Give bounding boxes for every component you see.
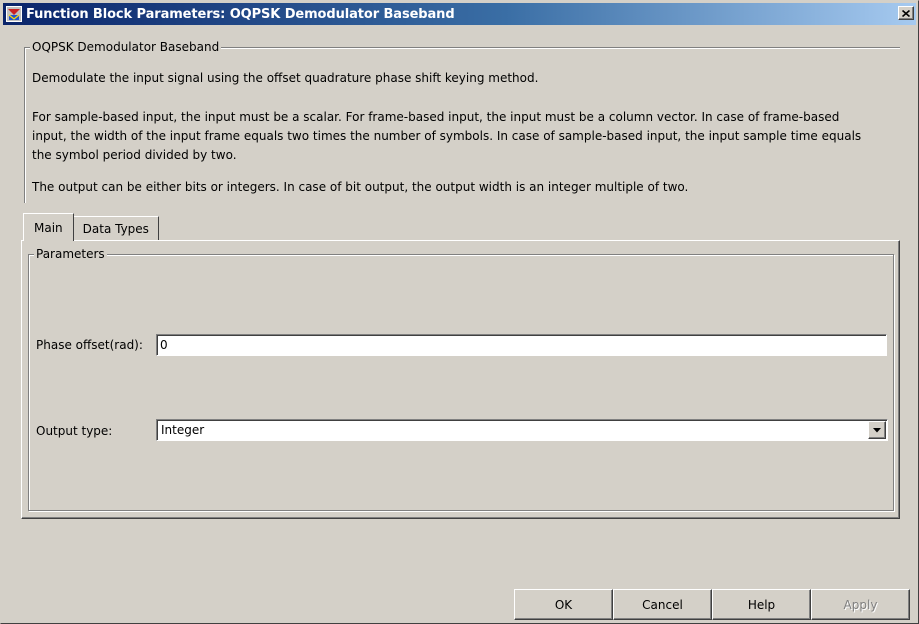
tab-data-types-label: Data Types (82, 221, 149, 236)
parameters-group-legend: Parameters (34, 247, 107, 261)
dropdown-arrow-icon (873, 427, 881, 432)
title-bar[interactable]: Function Block Parameters: OQPSK Demodul… (3, 3, 916, 25)
description-line-5: The output can be either bits or integer… (32, 180, 689, 194)
description-line-4: the symbol period divided by two. (32, 148, 237, 162)
parameters-group: Parameters (28, 247, 894, 511)
close-icon (902, 9, 910, 17)
output-type-value: Integer (161, 423, 205, 437)
close-button[interactable] (898, 6, 914, 20)
phase-offset-input[interactable] (156, 334, 887, 356)
description-line-1: Demodulate the input signal using the of… (32, 71, 539, 85)
tab-main[interactable]: Main (23, 213, 74, 241)
window-title: Function Block Parameters: OQPSK Demodul… (26, 6, 455, 22)
ok-button[interactable]: OK (514, 589, 613, 620)
output-type-select[interactable]: Integer (156, 419, 888, 441)
output-type-label: Output type: (36, 424, 113, 438)
help-button[interactable]: Help (712, 589, 811, 620)
description-group-legend: OQPSK Demodulator Baseband (30, 40, 222, 54)
cancel-button[interactable]: Cancel (613, 589, 712, 620)
description-line-3: input, the width of the input frame equa… (32, 129, 862, 143)
tab-data-types[interactable]: Data Types (72, 216, 159, 240)
simulink-block-icon (6, 6, 22, 22)
dialog-window: Function Block Parameters: OQPSK Demodul… (0, 0, 919, 624)
dropdown-arrow-button[interactable] (868, 421, 886, 439)
apply-button[interactable]: Apply (811, 589, 910, 620)
description-line-2: For sample-based input, the input must b… (32, 110, 840, 124)
tab-strip: Main Data Types (23, 213, 159, 241)
phase-offset-label: Phase offset(rad): (36, 338, 143, 352)
tab-main-label: Main (34, 220, 63, 235)
